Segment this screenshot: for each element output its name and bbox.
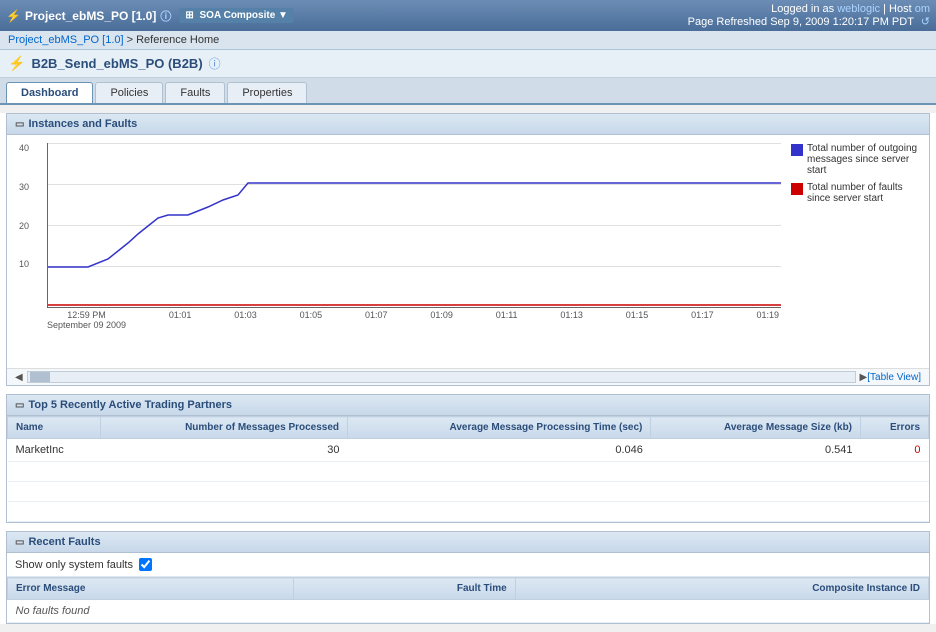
- header-info-icon[interactable]: ⓘ: [160, 8, 171, 24]
- trading-partners-header: ▭ Top 5 Recently Active Trading Partners: [7, 395, 929, 416]
- page-title-bar: ⚡ B2B_Send_ebMS_PO (B2B) ⓘ: [0, 50, 936, 78]
- breadcrumb-project-link[interactable]: Project_ebMS_PO [1.0]: [8, 34, 124, 46]
- header-right: Logged in as weblogic | Host om Page Ref…: [688, 3, 930, 28]
- tab-faults[interactable]: Faults: [165, 82, 225, 103]
- scroll-right-arrow[interactable]: ▶: [860, 372, 868, 383]
- trading-partners-section: ▭ Top 5 Recently Active Trading Partners…: [6, 394, 930, 523]
- user-link[interactable]: weblogic: [837, 3, 880, 15]
- soa-composite-btn[interactable]: ⊞ SOA Composite ▼: [179, 8, 294, 23]
- trading-partners-table: Name Number of Messages Processed Averag…: [7, 416, 929, 522]
- tabs-bar: Dashboard Policies Faults Properties: [0, 78, 936, 105]
- collapse-icon-rf[interactable]: ▭: [15, 537, 24, 548]
- scroll-left-arrow[interactable]: ◀: [15, 372, 23, 383]
- tab-policies[interactable]: Policies: [95, 82, 163, 103]
- collapse-icon[interactable]: ▭: [15, 119, 24, 130]
- cell-processing-time: 0.046: [348, 439, 651, 462]
- tab-dashboard[interactable]: Dashboard: [6, 82, 93, 103]
- empty-row: [8, 502, 929, 522]
- recent-faults-header: ▭ Recent Faults: [7, 532, 929, 553]
- show-system-faults-label: Show only system faults: [15, 559, 133, 571]
- header-title: ⚡ Project_ebMS_PO [1.0] ⓘ ⊞ SOA Composit…: [6, 8, 294, 24]
- collapse-icon-tp[interactable]: ▭: [15, 400, 24, 411]
- scroll-handle: [30, 372, 50, 382]
- breadcrumb-current: Reference Home: [136, 34, 219, 46]
- no-faults-text: No faults found: [8, 600, 929, 623]
- empty-row: [8, 462, 929, 482]
- soa-icon: ⊞: [185, 10, 193, 21]
- trading-partners-title: Top 5 Recently Active Trading Partners: [28, 399, 232, 411]
- breadcrumb: Project_ebMS_PO [1.0] > Reference Home: [0, 31, 936, 50]
- chart-svg: [48, 143, 781, 307]
- col-header-messages: Number of Messages Processed: [100, 417, 347, 439]
- faults-header-row: Error Message Fault Time Composite Insta…: [8, 578, 929, 600]
- col-header-composite-id: Composite Instance ID: [515, 578, 928, 600]
- logged-in-label: Logged in as: [771, 3, 834, 15]
- show-faults-bar: Show only system faults: [7, 553, 929, 577]
- col-header-fault-time: Fault Time: [294, 578, 515, 600]
- refresh-label: Page Refreshed Sep 9, 2009 1:20:17 PM PD…: [688, 16, 914, 28]
- cell-errors: 0: [861, 439, 929, 462]
- legend-item-faults: Total number of faults since server star…: [791, 182, 921, 204]
- chart-container: [47, 143, 781, 308]
- table-header-row: Name Number of Messages Processed Averag…: [8, 417, 929, 439]
- chart-area: 40 30 20 10: [7, 135, 929, 368]
- legend-item-outgoing: Total number of outgoing messages since …: [791, 143, 921, 176]
- instances-faults-header: ▭ Instances and Faults: [7, 114, 929, 135]
- x-axis: 12:59 PM September 09 2009 01:01 01:03 0…: [47, 310, 781, 330]
- project-title: Project_ebMS_PO [1.0]: [25, 9, 156, 23]
- table-row: MarketInc 30 0.046 0.541 0: [8, 439, 929, 462]
- legend-text-faults: Total number of faults since server star…: [807, 182, 921, 204]
- cell-messages: 30: [100, 439, 347, 462]
- recent-faults-section: ▭ Recent Faults Show only system faults …: [6, 531, 930, 624]
- header-bar: ⚡ Project_ebMS_PO [1.0] ⓘ ⊞ SOA Composit…: [0, 0, 936, 31]
- legend-color-faults: [791, 183, 803, 195]
- refresh-icon[interactable]: ↺: [921, 16, 930, 28]
- om-link[interactable]: om: [915, 3, 930, 15]
- legend-color-outgoing: [791, 144, 803, 156]
- col-header-message-size: Average Message Size (kb): [651, 417, 861, 439]
- tab-properties[interactable]: Properties: [227, 82, 307, 103]
- col-header-errors: Errors: [861, 417, 929, 439]
- chart-wrapper: 40 30 20 10: [47, 143, 781, 330]
- chart-legend: Total number of outgoing messages since …: [781, 143, 921, 360]
- cell-message-size: 0.541: [651, 439, 861, 462]
- legend-text-outgoing: Total number of outgoing messages since …: [807, 143, 921, 176]
- b2b-icon: ⚡: [8, 55, 25, 72]
- show-system-faults-checkbox[interactable]: [139, 558, 152, 571]
- page-title: B2B_Send_ebMS_PO (B2B): [31, 56, 202, 71]
- scroll-bar[interactable]: [27, 371, 856, 383]
- instances-faults-title: Instances and Faults: [28, 118, 137, 130]
- no-faults-row: No faults found: [8, 600, 929, 623]
- col-header-processing-time: Average Message Processing Time (sec): [348, 417, 651, 439]
- faults-table: Error Message Fault Time Composite Insta…: [7, 577, 929, 623]
- col-header-error-message: Error Message: [8, 578, 294, 600]
- table-view-link[interactable]: [Table View]: [867, 372, 921, 383]
- chart-nav: ◀ ▶ [Table View]: [7, 368, 929, 385]
- empty-row: [8, 482, 929, 502]
- main-content: ▭ Instances and Faults 40 30 20 10: [0, 113, 936, 624]
- project-icon: ⚡: [6, 9, 21, 23]
- recent-faults-title: Recent Faults: [28, 536, 100, 548]
- page-info-icon[interactable]: ⓘ: [209, 55, 221, 72]
- instances-faults-section: ▭ Instances and Faults 40 30 20 10: [6, 113, 930, 386]
- y-axis: 40 30 20 10: [19, 143, 29, 308]
- cell-name: MarketInc: [8, 439, 101, 462]
- col-header-name: Name: [8, 417, 101, 439]
- host-label: Host: [889, 3, 912, 15]
- breadcrumb-separator: >: [127, 34, 136, 46]
